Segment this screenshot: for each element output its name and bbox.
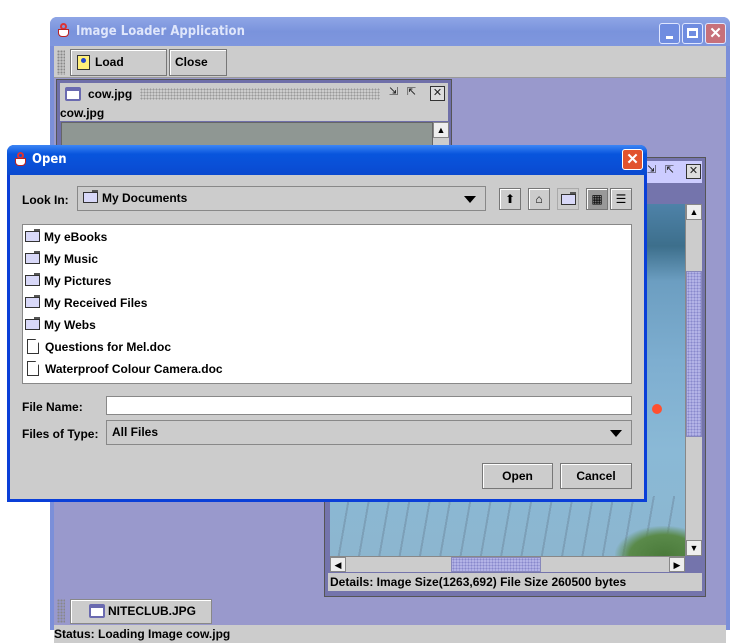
details-view-icon: ☰	[615, 192, 627, 206]
files-of-type-combo[interactable]: All Files	[106, 420, 632, 445]
file-name: My Webs	[44, 318, 96, 332]
file-name: My Received Files	[44, 296, 148, 310]
home-icon: ⌂	[535, 192, 543, 206]
minimize-icon	[666, 36, 673, 39]
toolbar: Load Image Close All	[54, 46, 726, 94]
iconified-frame-niteclub[interactable]: NITECLUB.JPG	[70, 599, 212, 624]
close-icon: ✕	[709, 25, 722, 42]
file-name: Waterproof Colour Camera.doc	[45, 362, 223, 376]
list-view-button[interactable]: ▦	[586, 188, 608, 210]
scroll-down-arrow-icon[interactable]: ▼	[686, 540, 702, 556]
vertical-scroll-thumb[interactable]	[686, 270, 702, 437]
maximize-button[interactable]	[682, 23, 703, 44]
close-frame-button[interactable]: ✕	[686, 164, 701, 179]
java-app-icon	[13, 152, 29, 168]
image-details-text: Details: Image Size(1263,692) File Size …	[328, 573, 702, 591]
dialog-title-bar[interactable]: Open ✕	[7, 145, 647, 175]
file-name: My Pictures	[44, 274, 112, 288]
maximize-icon	[687, 28, 698, 38]
list-item[interactable]: My Received Files	[23, 292, 631, 314]
file-name: Questions for Mel.doc	[45, 340, 172, 354]
file-list[interactable]: My eBooks My Music My Pictures My Receiv…	[22, 224, 632, 384]
folder-icon	[25, 251, 40, 264]
details-view-button[interactable]: ☰	[610, 188, 632, 210]
document-icon	[27, 339, 39, 354]
window-icon	[65, 87, 81, 101]
minimize-button[interactable]	[659, 23, 680, 44]
chevron-down-icon	[610, 430, 622, 437]
file-name-label: File Name:	[22, 400, 83, 414]
iconify-button[interactable]: ⇲	[386, 86, 401, 101]
window-title: Image Loader Application	[76, 24, 245, 39]
file-name: My Music	[44, 252, 99, 266]
look-in-label: Look In:	[22, 193, 69, 207]
close-frame-button[interactable]: ✕	[430, 86, 445, 101]
horizontal-scroll-thumb[interactable]	[450, 557, 541, 572]
status-bar: Status: Loading Image cow.jpg	[54, 625, 726, 643]
folder-icon	[25, 229, 40, 242]
list-item[interactable]: My Pictures	[23, 270, 631, 292]
folder-icon	[25, 273, 40, 286]
list-view-icon: ▦	[591, 192, 603, 206]
image-detail	[652, 404, 662, 414]
close-all-button[interactable]: Close All	[169, 49, 227, 94]
maximize-frame-button[interactable]: ⇱	[404, 86, 419, 101]
up-one-level-button[interactable]: ⬆	[499, 188, 521, 210]
file-name-input[interactable]	[106, 396, 632, 415]
close-button[interactable]: ✕	[705, 23, 726, 44]
dialog-close-button[interactable]: ✕	[622, 149, 643, 170]
look-in-value: My Documents	[102, 191, 188, 205]
look-in-combo[interactable]: My Documents	[77, 186, 486, 211]
document-icon	[27, 361, 39, 376]
iconified-frame-label: NITECLUB.JPG	[108, 604, 197, 618]
image-file-icon	[77, 55, 90, 70]
open-button[interactable]: Open	[482, 463, 553, 489]
scroll-up-arrow-icon[interactable]: ▲	[686, 204, 702, 220]
list-item[interactable]: My Music	[23, 248, 631, 270]
list-item[interactable]: Waterproof Colour Camera.doc	[23, 358, 631, 380]
folder-icon	[25, 317, 40, 330]
niteclub-horizontal-scrollbar[interactable]: ◀ ▶	[330, 556, 685, 572]
open-dialog: Open ✕ Look In: My Documents ⬆ ⌂ ▦ ☰ My …	[7, 145, 647, 502]
new-folder-button[interactable]	[557, 188, 579, 210]
file-name: My eBooks	[44, 230, 108, 244]
folder-icon	[83, 190, 98, 203]
window-icon	[89, 604, 105, 618]
cow-image-label: cow.jpg	[60, 105, 448, 121]
list-item[interactable]: My Webs	[23, 314, 631, 336]
cow-frame-title-bar[interactable]: cow.jpg ⇲ ⇱ ✕	[60, 83, 448, 105]
niteclub-vertical-scrollbar[interactable]: ▲ ▼	[685, 204, 702, 556]
files-of-type-value: All Files	[112, 425, 159, 439]
close-icon: ✕	[626, 151, 639, 168]
image-detail	[615, 526, 685, 556]
home-button[interactable]: ⌂	[528, 188, 550, 210]
scroll-left-arrow-icon[interactable]: ◀	[330, 557, 346, 572]
scroll-right-arrow-icon[interactable]: ▶	[669, 557, 685, 572]
load-image-button[interactable]: Load Image	[70, 49, 167, 94]
cancel-button[interactable]: Cancel	[560, 463, 632, 489]
list-item[interactable]: Questions for Mel.doc	[23, 336, 631, 358]
title-grip	[140, 88, 380, 100]
new-folder-icon	[560, 192, 576, 205]
up-one-level-icon: ⬆	[504, 192, 516, 206]
maximize-frame-button[interactable]: ⇱	[662, 164, 677, 179]
toolbar-grip[interactable]	[57, 50, 65, 75]
chevron-down-icon	[464, 196, 476, 203]
folder-icon	[25, 295, 40, 308]
cow-frame-title: cow.jpg	[88, 87, 133, 101]
scroll-up-arrow-icon[interactable]: ▲	[433, 122, 449, 138]
main-title-bar[interactable]: Image Loader Application ✕	[50, 17, 730, 46]
java-app-icon	[56, 23, 72, 39]
dialog-body: Look In: My Documents ⬆ ⌂ ▦ ☰ My eBooks …	[10, 175, 644, 499]
dialog-title: Open	[32, 152, 67, 167]
iconified-bar-grip[interactable]	[57, 599, 65, 623]
list-item[interactable]: My eBooks	[23, 226, 631, 248]
files-of-type-label: Files of Type:	[22, 427, 99, 441]
